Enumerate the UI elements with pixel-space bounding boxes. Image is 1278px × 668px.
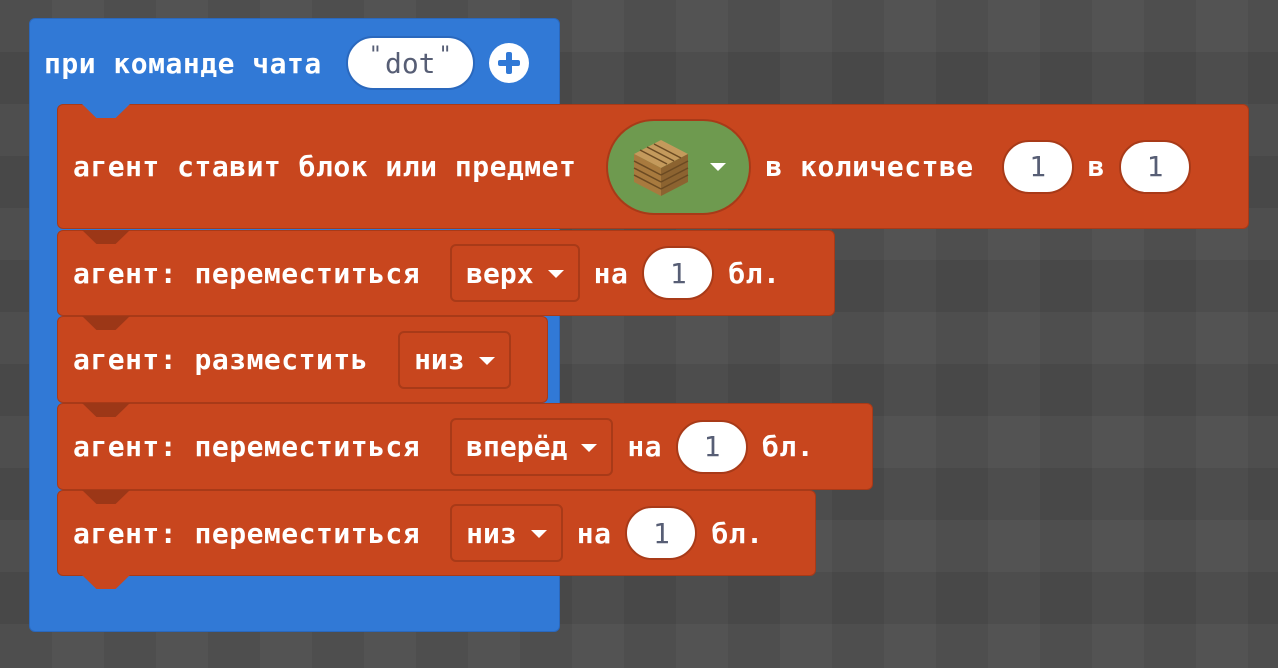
chevron-down-icon: [547, 270, 564, 278]
hat-label: при команде чата: [44, 46, 322, 80]
direction-value: верх: [466, 256, 534, 290]
command-name-value: dot: [384, 46, 436, 80]
move-label: агент: переместиться: [73, 516, 421, 550]
on-label: на: [576, 516, 612, 550]
direction-value: низ: [466, 516, 517, 550]
on-label: на: [627, 430, 663, 463]
move-label: агент: переместиться: [73, 256, 421, 290]
quote-open: ": [368, 42, 382, 68]
direction-dropdown[interactable]: низ: [450, 504, 563, 562]
chevron-down-icon: [478, 356, 495, 365]
unit-label: бл.: [728, 256, 781, 290]
amount-input[interactable]: 1: [642, 246, 715, 300]
move-label: агент: переместиться: [73, 430, 421, 463]
agent-place-down-block[interactable]: агент: разместить низ: [57, 316, 548, 403]
direction-dropdown[interactable]: верх: [450, 244, 580, 302]
count-input[interactable]: 1: [1001, 139, 1074, 194]
oak-planks-icon: [634, 139, 689, 196]
add-parameter-icon[interactable]: [488, 43, 529, 83]
amount-input[interactable]: 1: [676, 419, 749, 474]
direction-dropdown[interactable]: вперёд: [450, 417, 614, 476]
block-notch: [82, 403, 130, 417]
slot-label: в: [1087, 150, 1106, 183]
chevron-down-icon: [530, 530, 547, 538]
hat-header: при команде чата " dot ": [44, 33, 529, 93]
unit-label: бл.: [711, 516, 764, 550]
block-notch: [82, 490, 130, 504]
block-notch: [82, 230, 130, 244]
slot-input[interactable]: 1: [1119, 139, 1192, 194]
command-name-input[interactable]: " dot ": [345, 36, 475, 90]
quote-close: ": [438, 42, 452, 68]
chevron-down-icon: [581, 443, 598, 452]
block-notch: [82, 316, 130, 330]
on-label: на: [593, 256, 629, 290]
place-label: агент: разместить: [73, 343, 369, 376]
agent-place-item-block[interactable]: агент ставит блок или предмет в количест…: [57, 104, 1249, 229]
workspace[interactable]: при команде чата " dot " агент ставит бл…: [0, 0, 1278, 668]
direction-value: низ: [414, 343, 465, 376]
place-item-label: агент ставит блок или предмет: [73, 150, 577, 183]
agent-move-up-block[interactable]: агент: переместиться верх на 1 бл.: [57, 230, 835, 316]
direction-dropdown[interactable]: низ: [398, 330, 511, 389]
unit-label: бл.: [762, 430, 815, 463]
item-picker-dropdown[interactable]: [606, 118, 752, 215]
agent-move-forward-block[interactable]: агент: переместиться вперёд на 1 бл.: [57, 403, 873, 490]
agent-move-down-block[interactable]: агент: переместиться низ на 1 бл.: [57, 490, 816, 589]
block-notch: [82, 104, 130, 118]
count-label: в количестве: [765, 150, 974, 183]
direction-value: вперёд: [466, 430, 568, 463]
amount-input[interactable]: 1: [625, 506, 698, 560]
chevron-down-icon: [710, 162, 727, 171]
